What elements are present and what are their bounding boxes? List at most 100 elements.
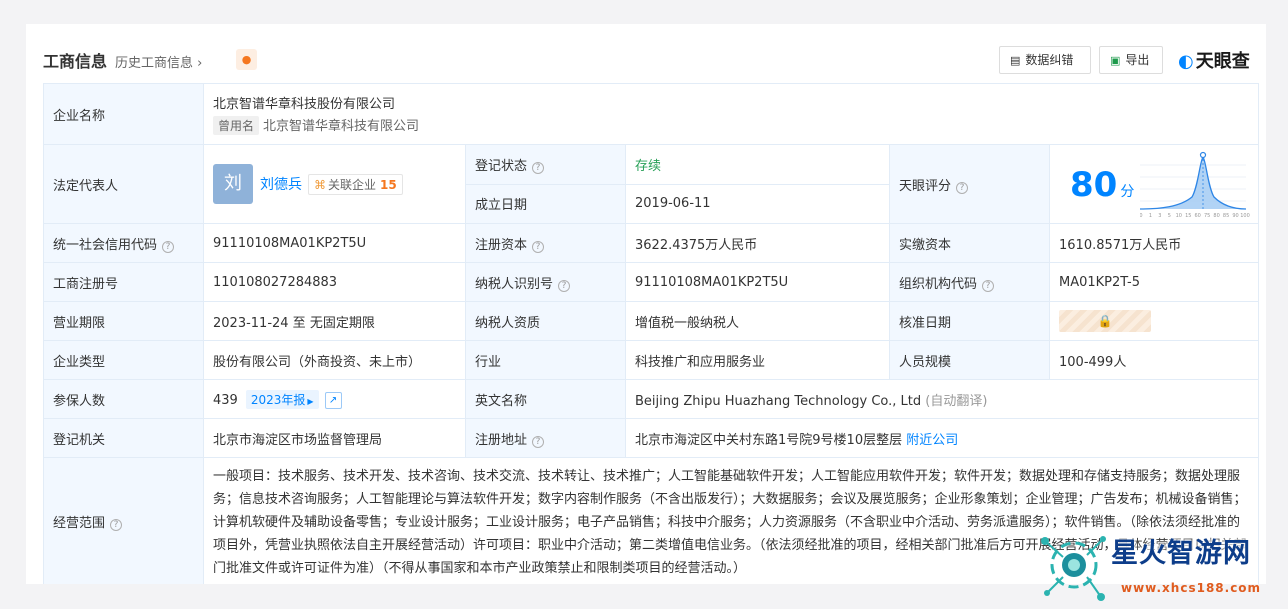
industry-label: 行业	[465, 340, 626, 380]
document-icon: ▤	[1010, 54, 1021, 67]
help-icon[interactable]: ?	[532, 435, 545, 448]
watermark-url: www.xhcs188.com	[1121, 581, 1262, 595]
status-value: 存续	[625, 144, 890, 185]
rating-axis-tick: 80	[1213, 213, 1219, 219]
rating-distribution-chart: 0 1 3 5 10 15 60 75 80 85 90 100	[1140, 151, 1250, 219]
paid-capital-value: 1610.8571万人民币	[1048, 223, 1260, 263]
rating-score: 80 分	[1070, 165, 1135, 205]
taxpayer-type-label: 纳税人资质	[465, 301, 626, 341]
help-icon[interactable]: ?	[532, 161, 545, 174]
business-info-card: 工商信息 历史工商信息 › ● ▤ 数据纠错 ▣ 导出 ◐ 天眼查 企业名称 北京智谱…	[26, 24, 1266, 584]
company-type-value: 股份有限公司（外商投资、未上市）	[203, 340, 466, 380]
company-type-label: 企业类型	[43, 340, 204, 380]
export-button[interactable]: ▣ 导出	[1099, 46, 1163, 74]
rating-axis-tick: 85	[1223, 213, 1229, 219]
term-label: 营业期限	[43, 301, 204, 341]
rating-cell: 80 分 0 1 3 5 10 15 60 75 80 85 90 100	[1048, 144, 1260, 224]
tax-id-label: 纳税人识别号?	[465, 262, 626, 302]
bell-icon[interactable]: ●	[236, 49, 257, 70]
lock-icon[interactable]: 🔒	[1059, 310, 1151, 332]
english-name-value: Beijing Zhipu Huazhang Technology Co., L…	[635, 393, 922, 409]
brand-icon: ◐	[1178, 51, 1194, 72]
rating-axis-tick: 15	[1185, 213, 1191, 219]
authority-value: 北京市海淀区市场监督管理局	[203, 418, 466, 458]
table-row: 统一社会信用代码? 91110108MA01KP2T5U 注册资本? 3622.…	[43, 223, 1260, 263]
nearby-companies-link[interactable]: 附近公司	[906, 433, 958, 448]
excel-icon: ▣	[1110, 54, 1121, 67]
staff-size-value: 100-499人	[1048, 340, 1260, 380]
credit-code-label: 统一社会信用代码?	[43, 223, 204, 263]
taxpayer-type-value: 增值税一般纳税人	[625, 301, 890, 341]
rating-axis-tick: 100	[1240, 213, 1250, 219]
approval-date-cell: 🔒	[1048, 301, 1260, 341]
rating-axis-tick: 60	[1195, 213, 1201, 219]
legal-rep-name[interactable]: 刘德兵	[260, 177, 302, 193]
rating-label: 天眼评分?	[889, 144, 1050, 224]
help-icon[interactable]: ?	[558, 279, 571, 292]
former-name: 北京智谱华章科技有限公司	[263, 119, 420, 134]
authority-label: 登记机关	[43, 418, 204, 458]
tianyancha-logo: ◐ 天眼查	[1178, 51, 1250, 72]
founded-label: 成立日期	[465, 183, 626, 224]
history-link[interactable]: 历史工商信息 ›	[115, 52, 202, 71]
help-icon[interactable]: ?	[162, 240, 175, 253]
paid-capital-label: 实缴资本	[889, 223, 1050, 263]
help-icon[interactable]: ?	[956, 181, 969, 194]
watermark-logo-icon	[1041, 536, 1106, 601]
table-row: 企业类型 股份有限公司（外商投资、未上市） 行业 科技推广和应用服务业 人员规模…	[43, 340, 1260, 380]
address-label: 注册地址?	[465, 418, 626, 458]
reg-no-label: 工商注册号	[43, 262, 204, 302]
table-row: 工商注册号 110108027284883 纳税人识别号? 91110108MA…	[43, 262, 1260, 302]
org-code-label: 组织机构代码?	[889, 262, 1050, 302]
table-row: 参保人数 439 2023年报 ▶ ↗ 英文名称 Beijing Zhipu Huaz…	[43, 379, 1260, 419]
rating-axis-tick: 10	[1176, 213, 1182, 219]
scope-label: 经营范围?	[43, 457, 204, 584]
table-row: 法定代表人 刘刘德兵 ⌘关联企业15 登记状态? 存续 天眼评分? 80分	[43, 144, 1260, 224]
avatar[interactable]: 刘	[213, 164, 253, 204]
insured-cell: 439 2023年报 ▶ ↗	[203, 379, 466, 419]
table-row: 营业期限 2023-11-24 至 无固定期限 纳税人资质 增值税一般纳税人 核…	[43, 301, 1260, 341]
status-label: 登记状态?	[465, 144, 626, 185]
help-icon[interactable]: ?	[532, 240, 545, 253]
annual-report-button[interactable]: 2023年报 ▶	[245, 389, 319, 409]
rating-axis-tick: 90	[1232, 213, 1238, 219]
section-header: 工商信息 历史工商信息 › ● ▤ 数据纠错 ▣ 导出 ◐ 天眼查	[43, 46, 1266, 74]
section-title: 工商信息	[43, 52, 108, 71]
reg-no-value: 110108027284883	[203, 262, 466, 302]
table-row: 登记机关 北京市海淀区市场监督管理局 注册地址? 北京市海淀区中关村东路1号院9…	[43, 418, 1260, 458]
rating-axis-tick: 0	[1140, 213, 1143, 219]
company-name: 北京智谱华章科技股份有限公司	[213, 97, 396, 112]
trend-chart-icon[interactable]: ↗	[324, 391, 342, 409]
org-code-value: MA01KP2T-5	[1048, 262, 1260, 302]
term-value: 2023-11-24 至 无固定期限	[203, 301, 466, 341]
rating-axis-tick: 75	[1204, 213, 1210, 219]
insured-value: 439	[213, 392, 238, 408]
reg-capital-value: 3622.4375万人民币	[625, 223, 890, 263]
company-name-cell: 北京智谱华章科技股份有限公司 曾用名 北京智谱华章科技有限公司	[202, 83, 1260, 145]
network-icon: ⌘	[314, 177, 326, 192]
rating-axis-tick: 5	[1168, 213, 1171, 219]
related-companies-badge[interactable]: ⌘ 关联企业 15	[308, 173, 403, 195]
staff-size-label: 人员规模	[889, 340, 1050, 380]
watermark-text: 星火智游网	[1111, 538, 1251, 569]
legal-rep-label: 法定代表人	[43, 144, 204, 224]
tax-id-value: 91110108MA01KP2T5U	[625, 262, 890, 302]
company-name-label: 企业名称	[43, 83, 204, 145]
auto-translate-note: (自动翻译)	[925, 393, 988, 409]
legal-rep-cell: 刘刘德兵 ⌘ 关联企业 15	[203, 144, 466, 224]
help-icon[interactable]: ?	[110, 519, 123, 531]
caret-right-icon: ▶	[307, 396, 314, 406]
reg-capital-label: 注册资本?	[465, 223, 626, 263]
approval-date-label: 核准日期	[889, 301, 1050, 341]
insured-label: 参保人数	[43, 379, 204, 419]
credit-code-value: 91110108MA01KP2T5U	[203, 223, 466, 263]
business-info-table: 企业名称 北京智谱华章科技股份有限公司 曾用名 北京智谱华章科技有限公司 法定代表…	[43, 83, 1260, 584]
rating-axis-tick: 3	[1158, 213, 1161, 219]
industry-value: 科技推广和应用服务业	[625, 340, 890, 380]
address-cell: 北京市海淀区中关村东路1号院9号楼10层整层 附近公司	[624, 418, 1260, 458]
table-row: 企业名称 北京智谱华章科技股份有限公司 曾用名 北京智谱华章科技有限公司	[43, 83, 1260, 145]
english-name-label: 英文名称	[465, 379, 626, 419]
rating-axis-tick: 1	[1149, 213, 1152, 219]
help-icon[interactable]: ?	[982, 279, 995, 292]
data-correction-button[interactable]: ▤ 数据纠错	[999, 46, 1091, 74]
